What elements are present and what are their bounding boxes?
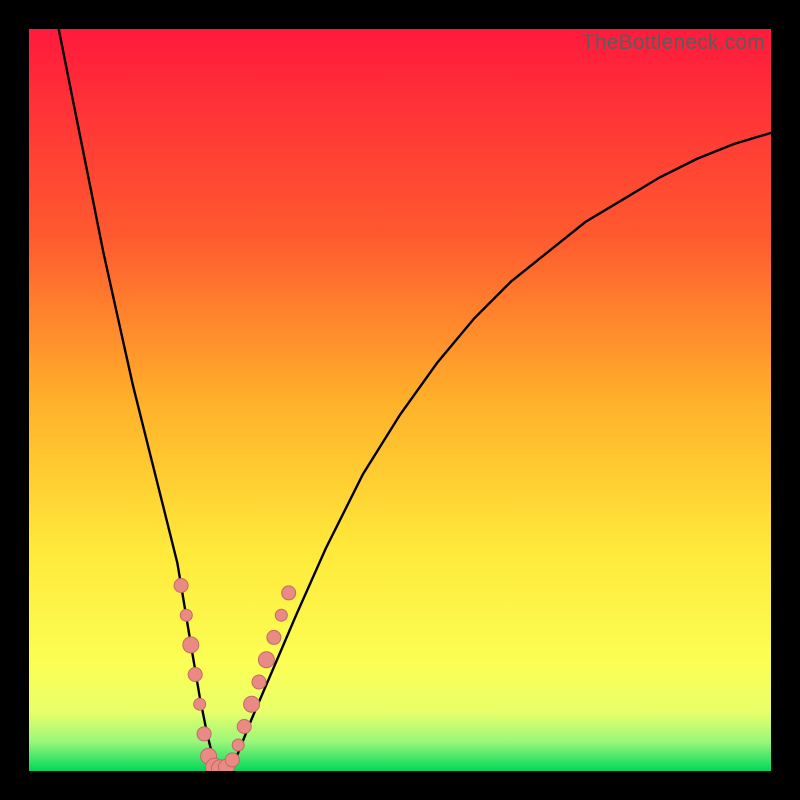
data-marker	[282, 586, 296, 600]
curve-markers	[174, 579, 296, 772]
bottleneck-curve	[59, 29, 771, 771]
data-marker	[183, 637, 199, 653]
data-marker	[232, 739, 244, 751]
data-marker	[244, 696, 260, 712]
data-marker	[275, 609, 287, 621]
data-marker	[174, 579, 188, 593]
data-marker	[188, 668, 202, 682]
watermark-text: TheBottleneck.com	[582, 31, 765, 55]
data-marker	[197, 727, 211, 741]
bottleneck-chart	[29, 29, 771, 771]
data-marker	[252, 675, 266, 689]
data-marker	[225, 753, 239, 767]
chart-frame: TheBottleneck.com	[29, 29, 771, 771]
data-marker	[180, 609, 192, 621]
data-marker	[258, 652, 274, 668]
data-marker	[237, 720, 251, 734]
data-marker	[267, 630, 281, 644]
data-marker	[194, 698, 206, 710]
